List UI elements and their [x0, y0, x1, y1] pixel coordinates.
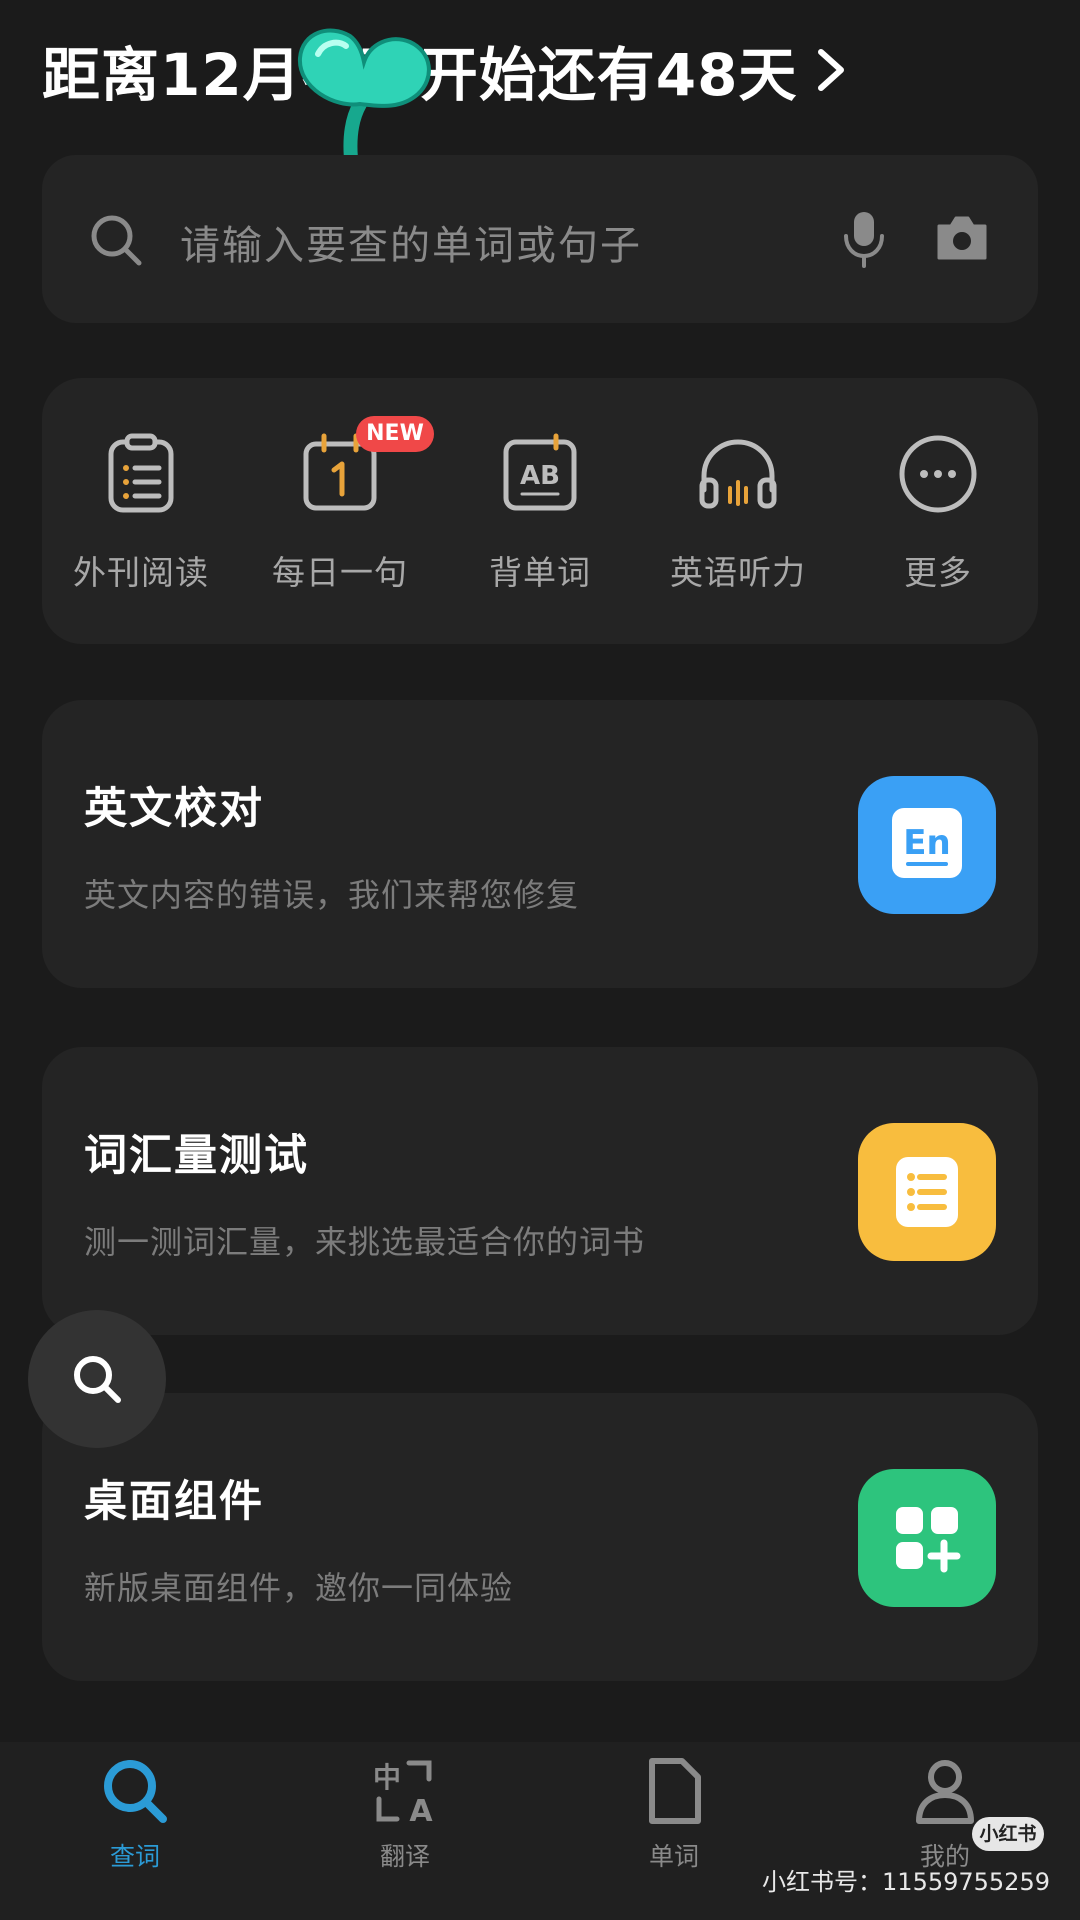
- tool-more[interactable]: 更多: [838, 432, 1038, 602]
- nav-words[interactable]: 单词: [574, 1755, 774, 1873]
- headphones-icon: [699, 439, 777, 509]
- widgets-icon: [858, 1469, 996, 1607]
- xiaohongshu-logo: 小红书: [972, 1817, 1044, 1851]
- search-icon: [104, 1760, 167, 1823]
- svg-text:中: 中: [373, 1761, 401, 1794]
- nav-label: 查词: [109, 1842, 160, 1871]
- camera-icon[interactable]: [935, 214, 989, 262]
- watermark-text: 小红书号：11559755259: [762, 1868, 1050, 1896]
- nav-translate[interactable]: 中 A 翻译: [305, 1755, 505, 1873]
- tool-foreign-reading[interactable]: 外刊阅读: [41, 432, 241, 602]
- nav-profile[interactable]: 我的: [845, 1755, 1045, 1873]
- tool-label: 外刊阅读: [73, 553, 209, 592]
- tool-label: 背单词: [489, 553, 591, 592]
- svg-text:En: En: [903, 823, 950, 863]
- search-icon: [91, 215, 142, 266]
- document-icon: [649, 1758, 701, 1824]
- floating-search-button[interactable]: [28, 1310, 166, 1448]
- chevron-right-icon: [818, 49, 845, 91]
- feature-title: 英文校对: [84, 784, 264, 834]
- exam-countdown[interactable]: 距离12月考研开始还有48天: [42, 30, 851, 110]
- microphone-icon[interactable]: [842, 210, 886, 268]
- person-icon: [916, 1760, 974, 1824]
- feature-subtitle: 测一测词汇量，来挑选最适合你的词书: [84, 1223, 646, 1261]
- feature-title: 词汇量测试: [84, 1131, 309, 1181]
- tool-label: 英语听力: [670, 553, 806, 592]
- svg-text:AB: AB: [520, 461, 560, 491]
- feature-subtitle: 英文内容的错误，我们来帮您修复: [84, 876, 580, 914]
- svg-text:A: A: [409, 1794, 433, 1827]
- clipboard-icon: [108, 433, 174, 513]
- nav-label: 单词: [648, 1842, 699, 1871]
- list-icon: [858, 1123, 996, 1261]
- feature-subtitle: 新版桌面组件，邀你一同体验: [84, 1569, 514, 1607]
- nav-label: 翻译: [379, 1842, 430, 1871]
- tool-label: 更多: [904, 553, 972, 592]
- nav-lookup[interactable]: 查词: [35, 1755, 235, 1873]
- feature-card-vocab-test[interactable]: 词汇量测试 测一测词汇量，来挑选最适合你的词书: [42, 1047, 1038, 1335]
- feature-card-proofreading[interactable]: 英文校对 英文内容的错误，我们来帮您修复 En: [42, 700, 1038, 988]
- sprout-sticker-icon: [297, 28, 431, 173]
- tool-memorize-words[interactable]: AB 背单词: [440, 432, 640, 602]
- new-badge: NEW: [356, 416, 434, 452]
- tool-daily-sentence[interactable]: 每日一句: [240, 432, 440, 602]
- en-icon: En: [858, 776, 996, 914]
- feature-title: 桌面组件: [84, 1477, 264, 1527]
- ab-card-icon: AB: [503, 433, 577, 511]
- tool-listening[interactable]: 英语听力: [638, 432, 838, 602]
- feature-card-widgets[interactable]: 桌面组件 新版桌面组件，邀你一同体验: [42, 1393, 1038, 1681]
- tool-label: 每日一句: [272, 553, 408, 592]
- search-icon: [74, 1356, 121, 1403]
- translate-icon: 中 A: [373, 1760, 433, 1827]
- more-icon: [899, 435, 977, 513]
- search-input[interactable]: 请输入要查的单词或句子: [180, 213, 642, 271]
